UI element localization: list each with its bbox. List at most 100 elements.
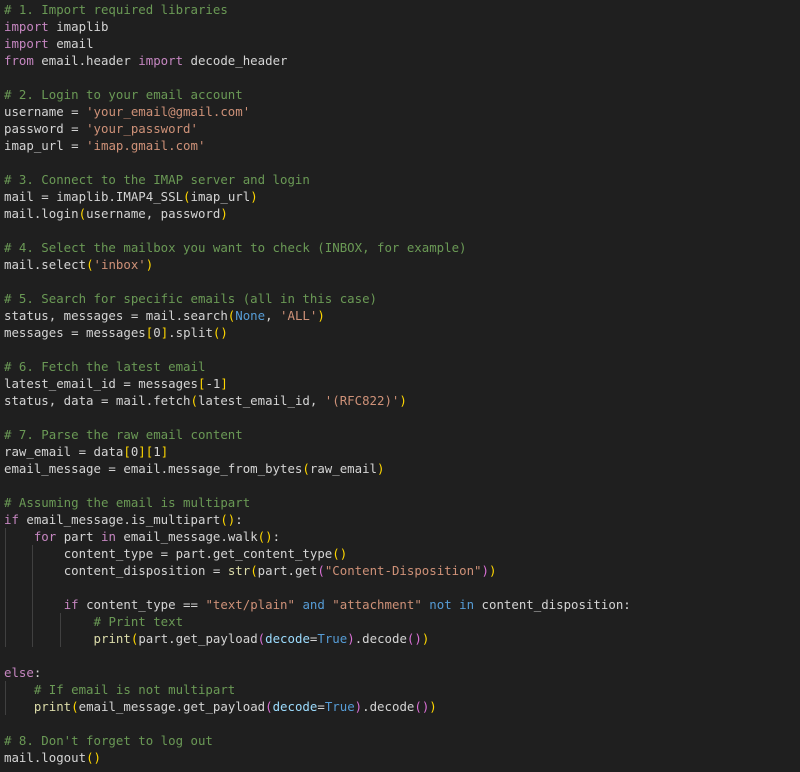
- code-line[interactable]: username = 'your_email@gmail.com': [4, 103, 800, 120]
- indent-guide: [5, 579, 6, 596]
- code-line[interactable]: # Assuming the email is multipart: [4, 494, 800, 511]
- code-line[interactable]: mail.logout(): [4, 749, 800, 766]
- code-line[interactable]: content_type = part.get_content_type(): [4, 545, 800, 562]
- code-token-plain: email.header: [33, 53, 139, 68]
- code-line[interactable]: status, messages = mail.search(None, 'AL…: [4, 307, 800, 324]
- code-line[interactable]: for part in email_message.walk():: [4, 528, 800, 545]
- code-line[interactable]: email_message = email.message_from_bytes…: [4, 460, 800, 477]
- code-line[interactable]: [4, 341, 800, 358]
- code-line[interactable]: mail.select('inbox'): [4, 256, 800, 273]
- code-token-bracket1: ): [421, 631, 430, 646]
- code-line[interactable]: [4, 647, 800, 664]
- code-token-keyword: from: [4, 53, 34, 68]
- code-token-bracket1: ): [429, 699, 437, 714]
- code-token-string: 'your_email@gmail.com': [86, 104, 251, 119]
- code-line[interactable]: import imaplib: [4, 18, 800, 35]
- code-line[interactable]: else:: [4, 664, 800, 681]
- code-token-plain: raw_email = data: [4, 444, 124, 459]
- code-line[interactable]: mail.login(username, password): [4, 205, 800, 222]
- code-token-comment: # 4. Select the mailbox you want to chec…: [4, 240, 467, 255]
- code-line[interactable]: from email.header import decode_header: [4, 52, 800, 69]
- code-area[interactable]: # 1. Import required libraries import ima…: [4, 1, 800, 766]
- code-line[interactable]: imap_url = 'imap.gmail.com': [4, 137, 800, 154]
- code-token-plain: username, password: [86, 206, 221, 221]
- code-token-bracket1: (: [78, 206, 87, 221]
- code-line[interactable]: print(email_message.get_payload(decode=T…: [4, 698, 800, 715]
- code-line[interactable]: content_disposition = str(part.get("Cont…: [4, 562, 800, 579]
- indent-guide: [32, 630, 34, 647]
- code-line[interactable]: # 2. Login to your email account: [4, 86, 800, 103]
- code-line[interactable]: # 8. Don't forget to log out: [4, 732, 800, 749]
- code-line[interactable]: [4, 477, 800, 494]
- code-line[interactable]: # 7. Parse the raw email content: [4, 426, 800, 443]
- code-line[interactable]: password = 'your_password': [4, 120, 800, 137]
- code-token-plain: =: [317, 699, 325, 714]
- code-token-plain: email_message.walk: [115, 529, 258, 544]
- code-token-bracket1: (): [212, 325, 228, 340]
- code-line[interactable]: # 6. Fetch the latest email: [4, 358, 800, 375]
- code-token-bracket1: (): [86, 750, 101, 765]
- code-token-plain: :: [272, 529, 281, 544]
- code-line[interactable]: if email_message.is_multipart():: [4, 511, 800, 528]
- code-token-plain: status, messages = mail.search: [4, 308, 228, 323]
- code-line[interactable]: # 1. Import required libraries: [4, 1, 800, 18]
- code-token-plain: 1: [153, 444, 161, 459]
- code-token-string: "text/plain": [205, 597, 295, 612]
- code-line[interactable]: # Print text: [4, 613, 800, 630]
- code-token-keyword: if: [63, 597, 79, 612]
- indent-guide: [32, 545, 34, 562]
- code-token-builtin: print: [33, 699, 72, 714]
- code-token-comment: # If email is not multipart: [33, 682, 236, 697]
- code-line[interactable]: latest_email_id = messages[-1]: [4, 375, 800, 392]
- code-token-keyword: in: [101, 529, 116, 544]
- code-line[interactable]: [4, 579, 800, 596]
- code-token-comment: # Assuming the email is multipart: [4, 495, 251, 510]
- code-editor[interactable]: # 1. Import required libraries import ima…: [0, 0, 800, 772]
- code-line[interactable]: if content_type == "text/plain" and "att…: [4, 596, 800, 613]
- code-token-bracket2: ): [481, 563, 489, 578]
- code-line[interactable]: print(part.get_payload(decode=True).deco…: [4, 630, 800, 647]
- code-token-bracket1: (: [71, 699, 79, 714]
- code-token-plain: part: [56, 529, 101, 544]
- code-token-bracket2: (): [414, 699, 430, 714]
- code-line[interactable]: [4, 273, 800, 290]
- indent-guide: [5, 528, 6, 545]
- code-token-string: 'ALL': [280, 308, 318, 323]
- code-line[interactable]: [4, 222, 800, 239]
- code-line[interactable]: status, data = mail.fetch(latest_email_i…: [4, 392, 800, 409]
- code-line[interactable]: mail = imaplib.IMAP4_SSL(imap_url): [4, 188, 800, 205]
- code-token-bracket1: (): [220, 512, 236, 527]
- code-line[interactable]: [4, 154, 800, 171]
- code-token-bracket1: (: [183, 189, 191, 204]
- code-token-plain: username =: [4, 104, 87, 119]
- code-token-plain: mail.logout: [4, 750, 87, 765]
- code-line[interactable]: raw_email = data[0][1]: [4, 443, 800, 460]
- code-line[interactable]: import email: [4, 35, 800, 52]
- indent-guide: [5, 630, 6, 647]
- code-token-bracket1: ): [317, 308, 325, 323]
- code-line[interactable]: # 5. Search for specific emails (all in …: [4, 290, 800, 307]
- code-token-comment: # 6. Fetch the latest email: [4, 359, 206, 374]
- code-token-builtin: str: [227, 563, 251, 578]
- indent-guide: [5, 681, 6, 698]
- code-token-plain: imaplib: [48, 19, 109, 34]
- code-line[interactable]: [4, 715, 800, 732]
- code-line[interactable]: [4, 409, 800, 426]
- indent-guide: [32, 579, 34, 596]
- indent-guide: [5, 596, 6, 613]
- code-token-plain: messages = messages: [4, 325, 146, 340]
- code-token-bracket1: ): [377, 461, 385, 476]
- code-line[interactable]: [4, 69, 800, 86]
- code-token-plain: latest_email_id = messages: [4, 376, 198, 391]
- code-line[interactable]: messages = messages[0].split(): [4, 324, 800, 341]
- code-line[interactable]: # 3. Connect to the IMAP server and logi…: [4, 171, 800, 188]
- code-token-keyword: import: [138, 53, 184, 68]
- indent-guide: [32, 562, 34, 579]
- code-line[interactable]: # 4. Select the mailbox you want to chec…: [4, 239, 800, 256]
- code-line[interactable]: # If email is not multipart: [4, 681, 800, 698]
